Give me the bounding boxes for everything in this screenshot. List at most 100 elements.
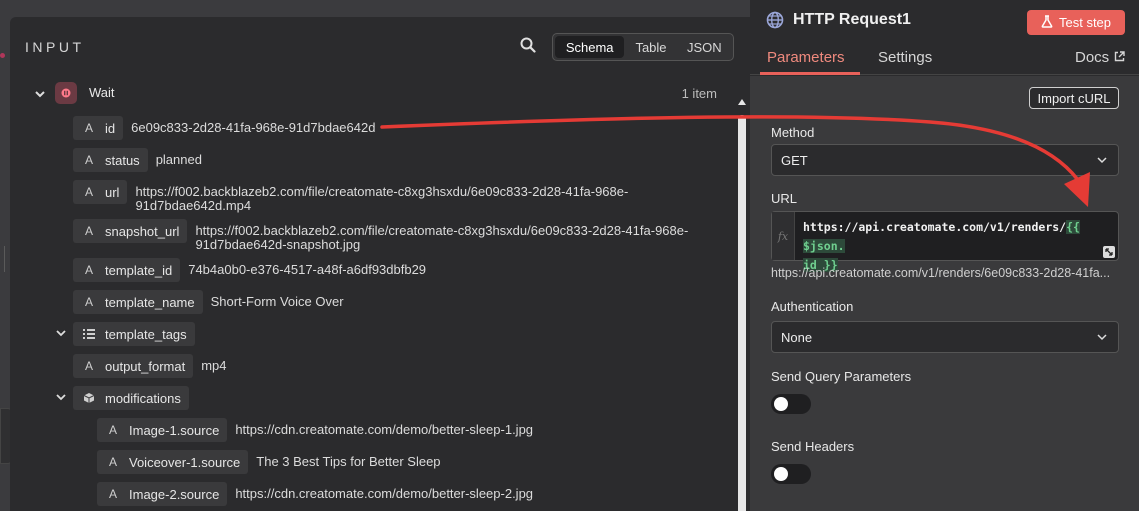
- field-name: snapshot_url: [105, 223, 180, 239]
- send-headers-toggle[interactable]: [771, 464, 811, 484]
- field-value: https://cdn.creatomate.com/demo/better-s…: [235, 486, 534, 501]
- pause-icon: [55, 82, 77, 104]
- field-value: 74b4a0b0-e376-4517-a48f-a6df93dbfb29: [188, 262, 427, 277]
- field-name: id: [105, 120, 116, 136]
- expression-fx-icon: fx: [772, 212, 795, 260]
- import-curl-button[interactable]: Import cURL: [1029, 87, 1119, 109]
- string-type-icon: A: [84, 263, 93, 277]
- send-query-toggle[interactable]: [771, 394, 811, 414]
- field-pill-image-2-source[interactable]: A Image-2.source: [97, 482, 228, 506]
- tree-field-row: Asnapshot_url https://f002.backblazeb2.c…: [73, 219, 688, 252]
- chevron-down-icon: [1096, 331, 1108, 343]
- field-name: modifications: [105, 390, 181, 406]
- expand-editor-icon[interactable]: [1103, 246, 1115, 258]
- search-icon[interactable]: [520, 37, 538, 55]
- string-type-icon: A: [108, 487, 117, 501]
- field-pill-id[interactable]: Aid: [73, 116, 124, 140]
- field-pill-template-name[interactable]: Atemplate_name: [73, 290, 203, 314]
- field-pill-image-1-source[interactable]: A Image-1.source: [97, 418, 228, 442]
- root-node-label: Wait: [89, 85, 115, 100]
- chevron-down-icon: [1096, 154, 1108, 166]
- input-panel: INPUT Schema Table JSON Wait 1 item Aid …: [10, 17, 750, 511]
- field-value: https://cdn.creatomate.com/demo/better-s…: [235, 422, 534, 437]
- field-pill-output-format[interactable]: Aoutput_format: [73, 354, 194, 378]
- field-value: planned: [155, 152, 202, 167]
- tree-field-row: Aoutput_format mp4: [73, 354, 227, 378]
- chevron-down-icon[interactable]: [55, 327, 69, 341]
- url-resolved-preview: https://api.creatomate.com/v1/renders/6e…: [771, 266, 1111, 280]
- node-title[interactable]: HTTP Request1: [793, 11, 911, 29]
- method-value: GET: [781, 152, 808, 168]
- field-value: mp4: [201, 358, 227, 373]
- toggle-knob: [774, 397, 788, 411]
- tab-parameters[interactable]: Parameters: [767, 49, 845, 66]
- field-name: Image-1.source: [129, 422, 220, 438]
- scrollbar[interactable]: [737, 95, 747, 511]
- string-type-icon: A: [84, 185, 93, 199]
- tree-field-row: Aid 6e09c833-2d28-41fa-968e-91d7bdae642d: [73, 116, 375, 140]
- field-pill-template-tags[interactable]: template_tags: [73, 322, 195, 346]
- string-type-icon: A: [84, 224, 93, 238]
- url-static-part: https://api.creatomate.com/v1/renders/: [803, 220, 1067, 234]
- field-pill-url[interactable]: Aurl: [73, 180, 128, 204]
- authentication-label: Authentication: [771, 299, 854, 314]
- field-name: status: [105, 152, 140, 168]
- field-pill-status[interactable]: Astatus: [73, 148, 148, 172]
- docs-link[interactable]: Docs: [1075, 49, 1125, 66]
- tree-field-row: Atemplate_id 74b4a0b0-e376-4517-a48f-a6d…: [73, 258, 426, 282]
- field-value: Short-Form Voice Over: [210, 294, 344, 309]
- scroll-up-arrow-icon[interactable]: [738, 99, 746, 105]
- active-tab-indicator: [760, 72, 860, 75]
- chevron-down-icon[interactable]: [33, 87, 47, 101]
- field-value: https://f002.backblazeb2.com/file/creato…: [195, 223, 689, 252]
- field-name: url: [105, 184, 120, 200]
- docs-label: Docs: [1075, 49, 1110, 66]
- field-pill-template-id[interactable]: Atemplate_id: [73, 258, 181, 282]
- view-mode-switch: Schema Table JSON: [552, 33, 734, 61]
- field-name: template_id: [105, 262, 173, 278]
- tree-field-row: Astatus planned: [73, 148, 202, 172]
- tree-root-wait[interactable]: Wait: [55, 82, 115, 104]
- tree-field-row: A Image-1.source https://cdn.creatomate.c…: [97, 418, 533, 442]
- scrollbar-thumb[interactable]: [738, 115, 746, 511]
- node-settings-panel: HTTP Request1 Test step Parameters Setti…: [750, 0, 1139, 511]
- test-step-button[interactable]: Test step: [1027, 10, 1125, 35]
- item-count: 1 item: [681, 86, 717, 101]
- url-label: URL: [771, 191, 798, 206]
- url-expression-input[interactable]: fx https://api.creatomate.com/v1/renders…: [771, 211, 1119, 272]
- send-query-label: Send Query Parameters: [771, 369, 912, 384]
- string-type-icon: A: [108, 423, 117, 437]
- field-name: template_name: [105, 294, 195, 310]
- external-link-icon: [1114, 49, 1125, 66]
- authentication-select[interactable]: None: [771, 321, 1119, 353]
- chevron-down-icon[interactable]: [55, 391, 69, 405]
- field-name: Image-2.source: [129, 486, 220, 502]
- method-label: Method: [771, 125, 815, 140]
- field-pill-modifications[interactable]: modifications: [73, 386, 189, 410]
- view-tab-schema[interactable]: Schema: [555, 36, 625, 58]
- view-tab-table[interactable]: Table: [624, 36, 677, 58]
- input-panel-title: INPUT: [25, 39, 85, 55]
- view-tab-json[interactable]: JSON: [678, 36, 731, 58]
- parameters-body: Import cURL Method GET URL fx https://ap…: [750, 76, 1139, 511]
- tab-settings[interactable]: Settings: [878, 49, 932, 66]
- canvas-node-dot: [0, 53, 5, 58]
- string-type-icon: A: [108, 455, 117, 469]
- field-name: output_format: [105, 358, 186, 374]
- field-name: template_tags: [105, 326, 187, 342]
- globe-icon: [766, 11, 784, 29]
- method-select[interactable]: GET: [771, 144, 1119, 176]
- field-pill-snapshot-url[interactable]: Asnapshot_url: [73, 219, 188, 243]
- node-panel-header: HTTP Request1 Test step Parameters Setti…: [750, 0, 1139, 75]
- cube-icon: [81, 392, 97, 404]
- field-value: 6e09c833-2d28-41fa-968e-91d7bdae642d: [131, 120, 376, 135]
- test-step-label: Test step: [1058, 15, 1112, 30]
- flask-icon: [1041, 14, 1053, 31]
- field-pill-voiceover-1-source[interactable]: A Voiceover-1.source: [97, 450, 249, 474]
- authentication-value: None: [781, 329, 813, 345]
- toggle-knob: [774, 467, 788, 481]
- tree-field-row: template_tags: [73, 322, 195, 346]
- tree-field-row: modifications: [73, 386, 189, 410]
- send-headers-label: Send Headers: [771, 439, 855, 454]
- field-value: The 3 Best Tips for Better Sleep: [256, 454, 441, 469]
